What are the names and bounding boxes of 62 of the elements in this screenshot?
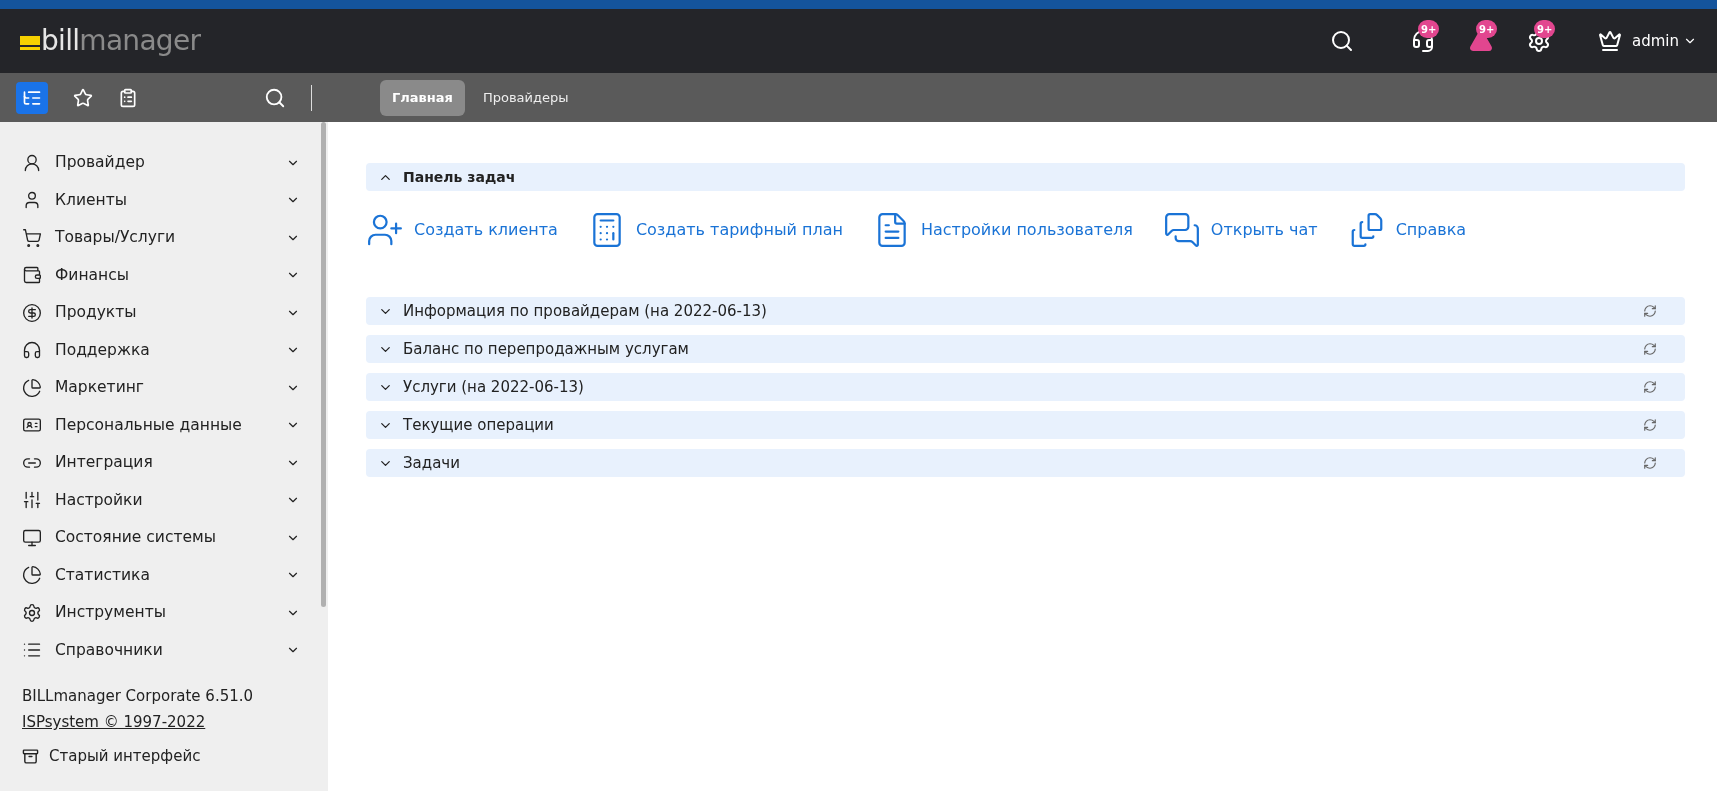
- monitor-icon: [22, 527, 42, 548]
- copyright-link[interactable]: ISPsystem © 1997-2022: [22, 709, 206, 735]
- person-icon: [22, 152, 42, 173]
- archive-icon: [22, 747, 39, 765]
- quick-action-link[interactable]: Создать тарифный план: [587, 211, 843, 249]
- notification-badge: 9+: [1476, 20, 1498, 38]
- quick-action-link[interactable]: Открыть чат: [1162, 211, 1318, 249]
- sidebar-item[interactable]: Интеграция: [22, 444, 300, 482]
- sidebar-item[interactable]: Поддержка: [22, 331, 300, 369]
- section-title: Баланс по перепродажным услугам: [403, 338, 689, 360]
- sidebar-item[interactable]: Справочники: [22, 631, 300, 669]
- cart-icon: [22, 227, 42, 248]
- search-button[interactable]: [1330, 29, 1354, 53]
- sidebar-item[interactable]: Товары/Услуги: [22, 219, 300, 257]
- section-title: Текущие операции: [403, 414, 554, 436]
- search-button[interactable]: [264, 86, 286, 109]
- pie-chart-icon: [22, 565, 42, 586]
- refresh-icon[interactable]: [1643, 304, 1657, 318]
- section-title: Услуги (на 2022-06-13): [403, 376, 584, 398]
- chat-icon: [1162, 211, 1201, 249]
- refresh-icon[interactable]: [1643, 418, 1657, 432]
- section-header[interactable]: Текущие операции: [366, 411, 1685, 439]
- sidebar-item[interactable]: Настройки: [22, 481, 300, 519]
- star-icon: [73, 87, 93, 108]
- logo-text: billmanager: [41, 27, 201, 55]
- sidebar-item[interactable]: Персональные данные: [22, 406, 300, 444]
- quick-action-link[interactable]: Настройки пользователя: [872, 211, 1133, 249]
- sidebar-item[interactable]: Провайдер: [22, 144, 300, 182]
- quick-action-link[interactable]: Справка: [1347, 211, 1467, 249]
- section-title: Задачи: [403, 452, 460, 474]
- notification-badge: 9+: [1418, 20, 1440, 38]
- sidebar-item[interactable]: Состояние системы: [22, 519, 300, 557]
- user-menu[interactable]: admin: [1632, 29, 1697, 53]
- old-interface-link[interactable]: Старый интерфейс: [22, 745, 300, 768]
- sidebar-item[interactable]: Статистика: [22, 556, 300, 594]
- gear-icon: [22, 602, 42, 623]
- search-icon: [264, 86, 286, 109]
- refresh-icon[interactable]: [1643, 456, 1657, 470]
- tree-menu-button[interactable]: [16, 81, 48, 114]
- refresh-icon[interactable]: [1643, 342, 1657, 356]
- sidebar-item[interactable]: Финансы: [22, 256, 300, 294]
- section-header[interactable]: Информация по провайдерам (на 2022-06-13): [366, 297, 1685, 325]
- favorites-button[interactable]: [73, 87, 93, 108]
- sidebar-item[interactable]: Клиенты: [22, 181, 300, 219]
- section-header[interactable]: Услуги (на 2022-06-13): [366, 373, 1685, 401]
- refresh-icon[interactable]: [1643, 380, 1657, 394]
- tab[interactable]: Провайдеры: [470, 79, 581, 116]
- logo-icon: [20, 36, 40, 50]
- notification-badge: 9+: [1534, 20, 1556, 38]
- pie-chart-icon: [22, 377, 42, 398]
- sliders-icon: [22, 490, 42, 511]
- section-header[interactable]: Баланс по перепродажным услугам: [366, 335, 1685, 363]
- quick-action-link[interactable]: Создать клиента: [366, 211, 558, 249]
- sidebar-item[interactable]: Инструменты: [22, 594, 300, 632]
- sidebar-item[interactable]: Продукты: [22, 294, 300, 332]
- section-header[interactable]: Задачи: [366, 449, 1685, 477]
- wallet-icon: [22, 265, 42, 286]
- version-text: BILLmanager Corporate 6.51.0: [22, 686, 255, 707]
- panel-header[interactable]: Панель задач: [366, 163, 1685, 191]
- sidebar-item[interactable]: Маркетинг: [22, 369, 300, 407]
- section-title: Информация по провайдерам (на 2022-06-13): [403, 300, 767, 322]
- search-icon: [1330, 29, 1354, 53]
